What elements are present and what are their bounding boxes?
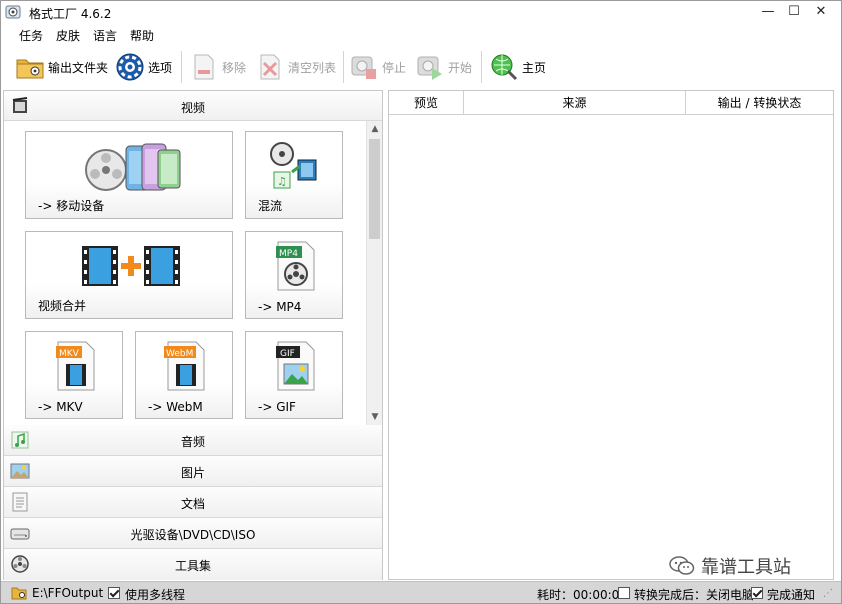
home-button[interactable]: 主页 [489,49,546,85]
toolbar-divider [343,51,344,83]
function-grid-scrollbar[interactable]: ▲ ▼ [366,121,382,425]
category-picture[interactable]: 图片 [4,456,382,487]
column-preview[interactable]: 预览 [389,91,464,115]
tile-mp4[interactable]: MP4 -> MP4 [245,231,343,319]
task-list[interactable]: 预览 来源 输出 / 转换状态 [388,90,834,580]
tile-webm[interactable]: WebM -> WebM [135,331,233,419]
window-title: 格式工厂 4.6.2 [29,7,112,21]
stop-label: 停止 [382,60,407,75]
toolbar-divider [481,51,482,83]
tile-label: -> GIF [258,400,296,414]
scroll-down-arrow-icon[interactable]: ▼ [367,409,383,425]
mp4-badge-text: MP4 [279,249,298,259]
watermark-text: 靠谱工具站 [701,557,791,578]
tile-mux[interactable]: ♫ 混流 [245,131,343,219]
menu-help[interactable]: 帮助 [130,27,154,44]
category-audio-label: 音频 [180,435,205,449]
menu-skin[interactable]: 皮肤 [56,27,80,44]
toolbar-divider [181,51,182,83]
column-source[interactable]: 来源 [464,91,686,115]
category-document[interactable]: 文档 [4,487,382,518]
stop-icon [351,56,376,79]
chat-bubble-icon [669,556,695,575]
webm-file-icon: WebM [164,341,205,391]
category-picture-label: 图片 [180,466,205,480]
tile-label: -> WebM [148,400,203,414]
mux-icon: ♫ [270,142,317,189]
remove-button[interactable]: 移除 [189,49,246,85]
home-label: 主页 [522,60,547,75]
remove-label: 移除 [222,60,247,75]
menu-bar: 任务 皮肤 语言 帮助 [1,24,841,44]
category-optical-drive-label: 光驱设备\DVD\CD\ISO [130,528,256,542]
menu-task[interactable]: 任务 [19,27,43,44]
gif-file-icon: GIF [276,341,315,391]
multithread-checkbox[interactable] [108,587,120,599]
webm-badge-text: WebM [166,349,193,359]
options-label: 选项 [148,60,173,75]
tile-mkv[interactable]: MKV -> MKV [25,331,123,419]
app-logo-icon [5,5,21,19]
video-merge-icon [82,246,180,286]
scroll-up-arrow-icon[interactable]: ▲ [367,121,383,137]
tile-label: -> 移动设备 [38,199,105,213]
category-video[interactable]: 视频 [4,91,382,121]
elapsed-time: 耗时：00:00:00 [537,588,627,602]
svg-text:♫: ♫ [277,175,287,188]
tile-gif[interactable]: GIF -> GIF [245,331,343,419]
remove-document-icon [194,54,214,80]
category-toolset-label: 工具集 [174,559,211,573]
toolbar: 输出文件夹 选项 移除 清空列表 停止 开始 主页 [1,45,841,89]
resize-grip-icon[interactable]: ⋰ [823,588,835,600]
column-output-status[interactable]: 输出 / 转换状态 [686,91,833,115]
shutdown-label: 转换完成后：关闭电脑 [634,588,755,602]
multithread-label: 使用多线程 [125,588,186,602]
watermark: 靠谱工具站 [669,554,791,578]
category-audio[interactable]: 音频 [4,425,382,456]
output-folder-button[interactable]: 输出文件夹 [15,49,108,85]
category-toolset[interactable]: 工具集 [4,549,382,580]
video-function-grid: -> 移动设备 ♫ 混流 视频合并 MP4 -> MP4 MKV -> MKV … [4,121,366,425]
stop-button[interactable]: 停止 [349,49,406,85]
mkv-file-icon: MKV [56,341,95,391]
options-button[interactable]: 选项 [115,49,172,85]
close-button[interactable]: ✕ [806,1,836,23]
tile-label: 混流 [258,199,283,213]
output-folder-icon [11,587,27,600]
folder-icon [16,59,44,79]
status-bar: E:\FFOutput 使用多线程 耗时：00:00:00 转换完成后：关闭电脑… [1,581,841,603]
tile-label: -> MP4 [258,300,302,314]
tile-mobile-device[interactable]: -> 移动设备 [25,131,233,219]
clear-list-icon [260,54,280,80]
notify-checkbox[interactable] [751,587,763,599]
tile-video-merge[interactable]: 视频合并 [25,231,233,319]
title-bar: 格式工厂 4.6.2 — ☐ ✕ [1,1,841,23]
start-label: 开始 [448,60,473,75]
clear-list-label: 清空列表 [288,60,337,75]
app-window: 格式工厂 4.6.2 — ☐ ✕ 任务 皮肤 语言 帮助 输出文件夹 选项 移除… [0,0,842,604]
mobile-devices-icon [85,143,181,191]
gear-icon [116,53,144,81]
menu-language[interactable]: 语言 [93,27,117,44]
notify-label: 完成通知 [767,588,816,602]
output-path[interactable]: E:\FFOutput [32,586,103,600]
start-button[interactable]: 开始 [415,49,472,85]
category-optical-drive[interactable]: 光驱设备\DVD\CD\ISO [4,518,382,549]
mkv-badge-text: MKV [59,349,80,359]
category-video-label: 视频 [180,101,205,115]
tile-label: 视频合并 [38,299,87,313]
scroll-thumb[interactable] [369,139,380,239]
maximize-button[interactable]: ☐ [779,1,809,23]
gif-badge-text: GIF [280,349,295,359]
tile-label: -> MKV [38,400,83,414]
home-globe-icon [491,54,518,81]
clear-list-button[interactable]: 清空列表 [255,49,336,85]
function-panel: 视频 -> 移动设备 ♫ 混流 视频合并 MP4 -> MP4 MKV -> M… [3,90,383,580]
shutdown-checkbox[interactable] [618,587,630,599]
category-document-label: 文档 [180,497,205,511]
start-icon [417,56,442,80]
mp4-file-icon: MP4 [276,241,315,291]
output-folder-label: 输出文件夹 [48,60,109,75]
